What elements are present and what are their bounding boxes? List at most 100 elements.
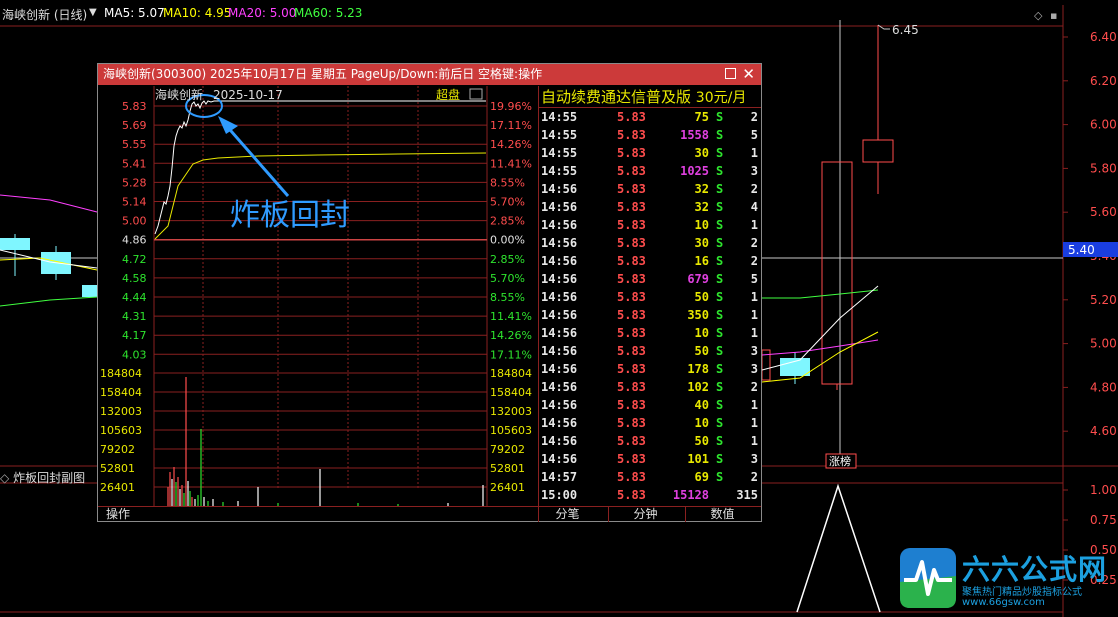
tick-row[interactable]: 14:56 5.83 101 S 3: [539, 450, 761, 468]
tab-minute[interactable]: 分钟: [608, 507, 682, 522]
price-tick-label: 6.20: [1090, 74, 1117, 88]
tick-price: 5.83: [617, 146, 646, 160]
tick-count: 1: [750, 290, 758, 304]
ma10-label: MA10: 4.95: [163, 6, 232, 20]
tick-vol: 69: [694, 470, 709, 484]
price-tick-label: 5.28: [122, 176, 147, 189]
tick-price: 5.83: [617, 272, 646, 286]
tick-price: 5.83: [617, 326, 646, 340]
ma20-label: MA20: 5.00: [228, 6, 297, 20]
left-candles: [0, 234, 98, 297]
close-icon[interactable]: ✕: [742, 65, 755, 83]
tick-row[interactable]: 14:56 5.83 32 S 4: [539, 198, 761, 216]
tick-price: 5.83: [617, 398, 646, 412]
percent-tick-label: 11.41%: [490, 310, 532, 323]
tick-row[interactable]: 14:56 5.83 178 S 3: [539, 360, 761, 378]
tick-side: S: [716, 164, 724, 178]
percent-tick-label: 8.55%: [490, 176, 525, 189]
tick-row[interactable]: 14:55 5.83 75 S 2: [539, 108, 761, 126]
tick-count: 2: [750, 236, 758, 250]
chart-mode[interactable]: 超盘: [436, 87, 460, 102]
tick-side: S: [716, 128, 724, 142]
tick-price: 5.83: [617, 218, 646, 232]
tick-vol: 16: [694, 254, 709, 268]
price-tick-label: 4.80: [1090, 380, 1117, 394]
indicator-tick-label: 1.00: [1090, 483, 1117, 497]
tick-row[interactable]: 14:56 5.83 32 S 2: [539, 180, 761, 198]
tab-operate[interactable]: 操作: [98, 507, 138, 522]
tick-row[interactable]: 14:56 5.83 50 S 1: [539, 432, 761, 450]
tab-values[interactable]: 数值: [685, 507, 759, 522]
tick-row[interactable]: 14:56 5.83 16 S 2: [539, 252, 761, 270]
tick-count: 4: [750, 200, 758, 214]
volume-tick-label: 132003: [100, 405, 142, 418]
tick-row[interactable]: 14:56 5.83 102 S 2: [539, 378, 761, 396]
indicator-toggle-icon[interactable]: ◇: [0, 471, 9, 485]
tick-row[interactable]: 14:56 5.83 10 S 1: [539, 414, 761, 432]
tab-ticks[interactable]: 分笔: [538, 507, 596, 522]
volume-tick-label: 105603: [100, 424, 142, 437]
tick-row[interactable]: 14:56 5.83 10 S 1: [539, 324, 761, 342]
tick-row[interactable]: 14:56 5.83 40 S 1: [539, 396, 761, 414]
indicator-title: ◇ 炸板回封副图: [0, 471, 86, 485]
price-tick-label: 4.86: [122, 234, 147, 247]
tick-row[interactable]: 14:56 5.83 50 S 1: [539, 288, 761, 306]
tick-row[interactable]: 14:56 5.83 679 S 5: [539, 270, 761, 288]
price-tick-label: 4.17: [122, 329, 147, 342]
percent-tick-label: 19.96%: [490, 100, 532, 113]
tick-row[interactable]: 14:55 5.83 1025 S 3: [539, 162, 761, 180]
chart-toggle-icon[interactable]: [469, 88, 483, 100]
tick-side: S: [716, 290, 724, 304]
price-tick-label: 4.58: [122, 272, 147, 285]
tick-row[interactable]: 14:56 5.83 350 S 1: [539, 306, 761, 324]
popup-title: 海峡创新(300300) 2025年10月17日 星期五 PageUp/Down…: [103, 67, 543, 81]
tick-row[interactable]: 15:00 5.83 15128 315: [539, 486, 761, 504]
maximize-button[interactable]: [725, 68, 736, 79]
tick-row[interactable]: 14:55 5.83 30 S 1: [539, 144, 761, 162]
tick-row[interactable]: 14:56 5.83 10 S 1: [539, 216, 761, 234]
price-tick-label: 4.72: [122, 253, 147, 266]
price-tick-label: 5.69: [122, 119, 147, 132]
tick-side: S: [716, 434, 724, 448]
tick-time: 14:56: [541, 200, 578, 214]
tick-count: 3: [750, 362, 758, 376]
tick-time: 14:56: [541, 290, 578, 304]
tick-side: S: [716, 236, 724, 250]
tick-side: S: [716, 380, 724, 394]
volume-tick-label-right: 79202: [490, 443, 525, 456]
price-tick-label: 5.60: [1090, 205, 1117, 219]
volume-tick-label: 52801: [100, 462, 135, 475]
price-axis: 6.40 6.20 6.00 5.80 5.60 5.40 5.20 5.00 4.80 4.60: [1063, 30, 1117, 438]
tick-time: 14:56: [541, 380, 578, 394]
watermark-title: 六六公式网: [962, 553, 1108, 586]
tick-side: S: [716, 308, 724, 322]
tick-row[interactable]: 14:55 5.83 1558 S 5: [539, 126, 761, 144]
tick-side: S: [716, 182, 724, 196]
popup-title-bar[interactable]: 海峡创新(300300) 2025年10月17日 星期五 PageUp/Down…: [98, 64, 761, 85]
tick-vol: 75: [694, 110, 709, 124]
tick-row[interactable]: 14:56 5.83 50 S 3: [539, 342, 761, 360]
tick-price: 5.83: [617, 488, 646, 502]
tick-list[interactable]: 自动续费通达信普及版 30元/月 14:55 5.83 75 S 2 14:55 5.83 1…: [538, 86, 761, 506]
tick-count: 1: [750, 434, 758, 448]
intraday-popup-window[interactable]: 海峡创新(300300) 2025年10月17日 星期五 PageUp/Down…: [97, 63, 762, 522]
tick-vol: 178: [687, 362, 709, 376]
volume-tick-label-right: 158404: [490, 386, 532, 399]
tick-count: 5: [750, 272, 758, 286]
tick-time: 14:56: [541, 362, 578, 376]
indicator-signal-line: [796, 483, 881, 613]
tick-count: 315: [736, 488, 758, 502]
tick-count: 1: [750, 308, 758, 322]
percent-tick-label: 0.00%: [490, 234, 525, 247]
tick-count: 3: [750, 452, 758, 466]
intraday-chart[interactable]: 5.83 5.69 5.55 5.41 5.28 5.14 5.00 4.86 4.72 4.58…: [98, 86, 538, 506]
price-tick-label: 4.60: [1090, 424, 1117, 438]
tick-row[interactable]: 14:56 5.83 30 S 2: [539, 234, 761, 252]
tick-time: 14:55: [541, 146, 578, 160]
tick-price: 5.83: [617, 128, 646, 142]
percent-tick-label: 8.55%: [490, 291, 525, 304]
volume-tick-label-right: 184804: [490, 367, 532, 380]
popup-tabs: 操作 分笔 分钟 数值: [98, 506, 761, 522]
collapse-icon[interactable]: ▼: [89, 7, 97, 18]
tick-row[interactable]: 14:57 5.83 69 S 2: [539, 468, 761, 486]
